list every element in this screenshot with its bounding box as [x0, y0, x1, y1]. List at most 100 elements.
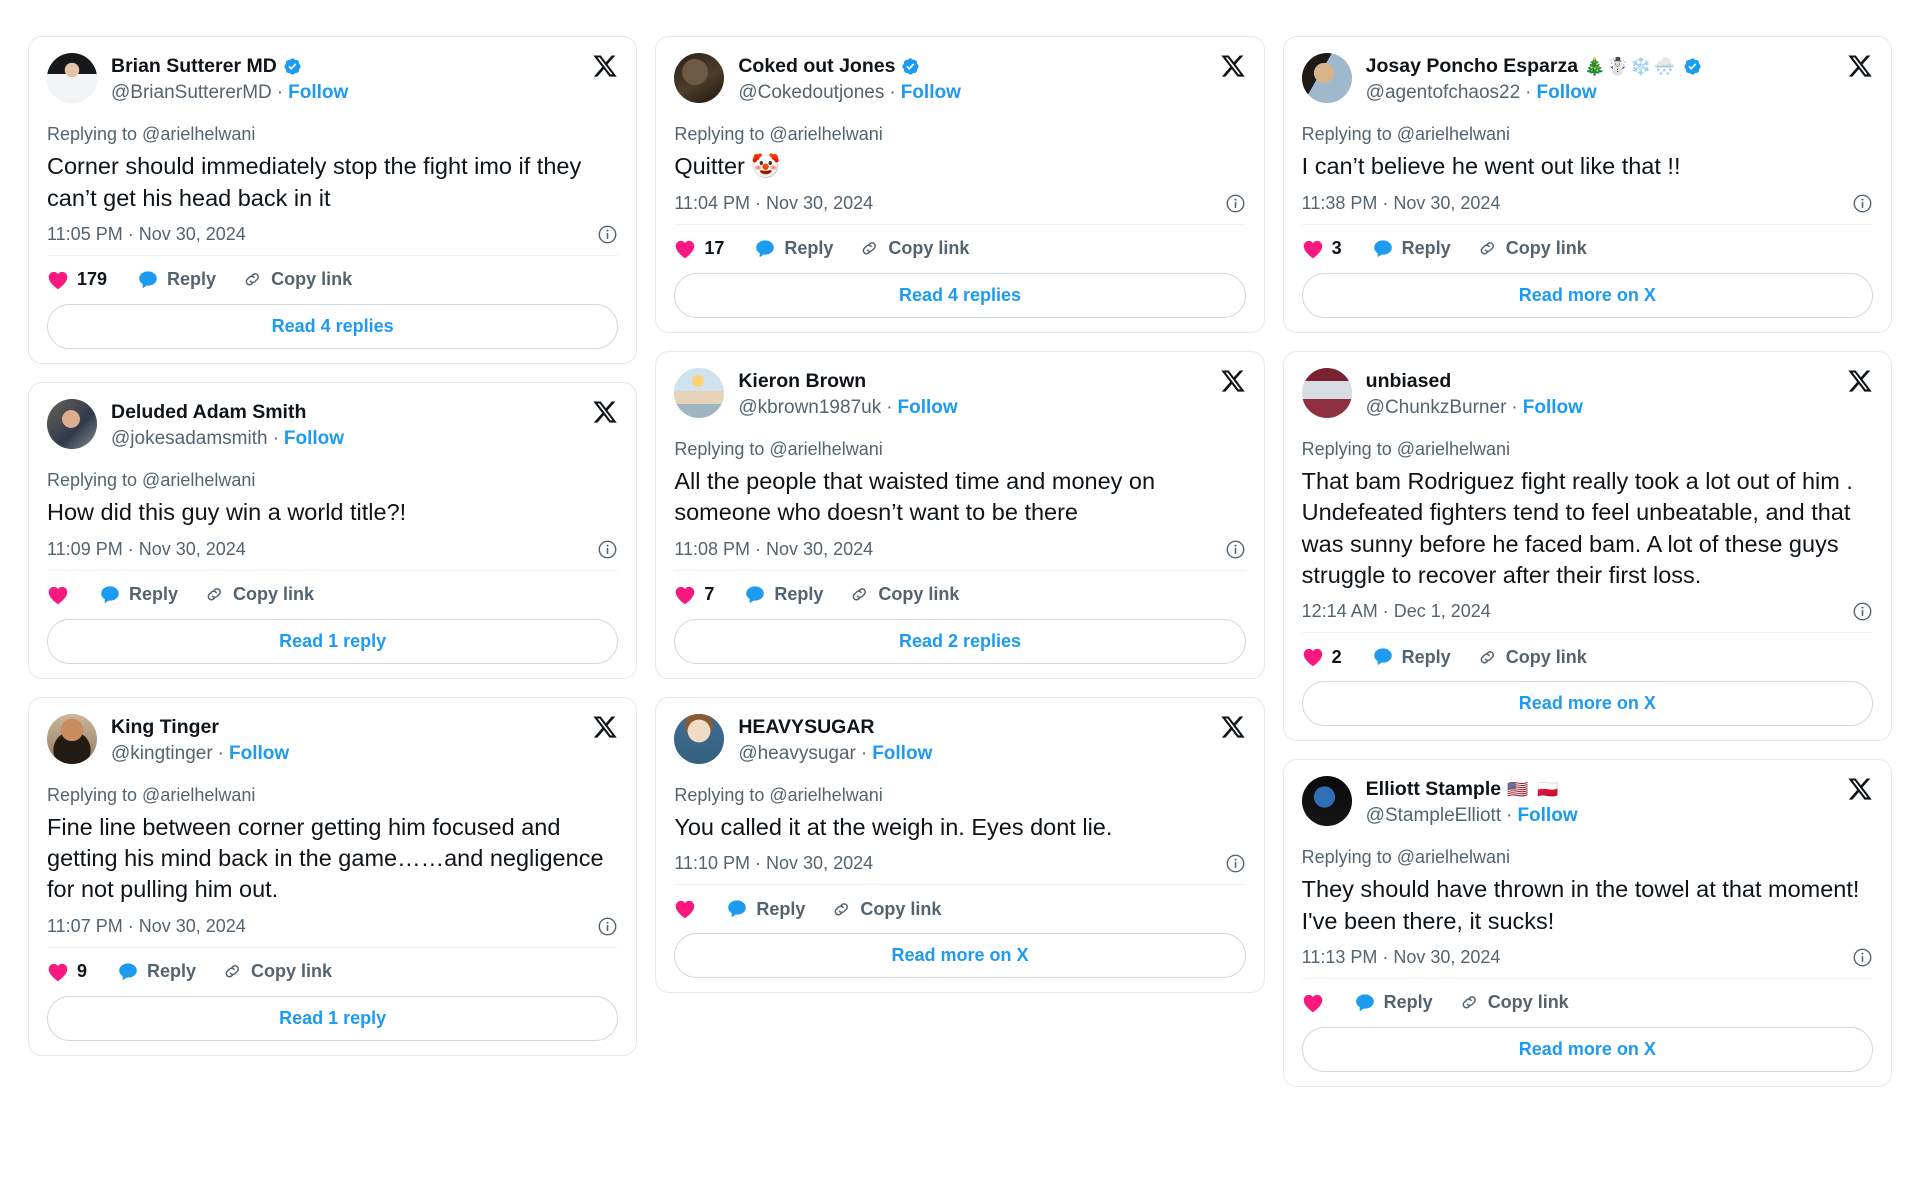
read-more-button[interactable]: Read more on X	[1301, 1026, 1873, 1072]
author-display-name[interactable]: unbiased	[1366, 370, 1452, 393]
copy-link-action[interactable]: Copy link	[1477, 238, 1587, 259]
read-more-button[interactable]: Read 1 reply	[47, 618, 619, 664]
x-logo-icon[interactable]	[592, 53, 618, 79]
read-more-button[interactable]: Read more on X	[1301, 681, 1873, 727]
copy-link-action[interactable]: Copy link	[849, 584, 959, 605]
x-logo-icon[interactable]	[592, 714, 618, 740]
avatar[interactable]	[674, 713, 725, 764]
author-display-name[interactable]: Elliott Stample	[1366, 778, 1501, 801]
info-circle-icon[interactable]	[597, 224, 618, 245]
x-logo-icon[interactable]	[592, 399, 618, 425]
copy-link-action[interactable]: Copy link	[204, 584, 314, 605]
author-name-row: Elliott Stample 🇺🇸 🇵🇱	[1366, 778, 1873, 801]
info-circle-icon[interactable]	[1225, 193, 1246, 214]
follow-link[interactable]: Follow	[1523, 396, 1583, 420]
author-handle[interactable]: @jokesadamsmith	[111, 427, 268, 451]
x-logo-icon[interactable]	[1847, 776, 1873, 802]
x-logo-icon[interactable]	[1220, 53, 1246, 79]
tweet-actions: 9 Reply Copy link	[47, 946, 619, 983]
read-more-button[interactable]: Read more on X	[674, 933, 1246, 979]
author-handle[interactable]: @ChunkzBurner	[1366, 396, 1507, 420]
x-logo-icon[interactable]	[1220, 714, 1246, 740]
like-action[interactable]: 179	[47, 269, 107, 290]
avatar[interactable]	[1301, 53, 1352, 103]
read-more-button[interactable]: Read 4 replies	[674, 272, 1246, 318]
copy-link-action[interactable]: Copy link	[1477, 647, 1587, 668]
x-logo-icon[interactable]	[1847, 53, 1873, 79]
info-circle-icon[interactable]	[1225, 539, 1246, 560]
author-display-name[interactable]: Coked out Jones	[738, 55, 895, 78]
reply-action[interactable]: Reply	[1372, 646, 1451, 668]
follow-link[interactable]: Follow	[898, 396, 958, 420]
author-display-name[interactable]: HEAVYSUGAR	[738, 716, 874, 739]
author-handle[interactable]: @Cokedoutjones	[738, 81, 884, 105]
copy-link-action[interactable]: Copy link	[1459, 992, 1569, 1013]
author-display-name[interactable]: Josay Poncho Esparza	[1366, 55, 1578, 78]
follow-link[interactable]: Follow	[1517, 804, 1577, 828]
avatar[interactable]	[674, 53, 725, 103]
follow-link[interactable]: Follow	[288, 81, 348, 105]
author-handle[interactable]: @agentofchaos22	[1366, 81, 1521, 105]
avatar[interactable]	[47, 713, 97, 764]
follow-link[interactable]: Follow	[284, 427, 344, 451]
avatar[interactable]	[1301, 776, 1352, 827]
read-more-button[interactable]: Read 1 reply	[47, 995, 619, 1041]
author-display-name[interactable]: Deluded Adam Smith	[111, 401, 306, 424]
x-logo-icon[interactable]	[1847, 368, 1873, 394]
copy-link-action[interactable]: Copy link	[859, 238, 969, 259]
follow-link[interactable]: Follow	[901, 81, 961, 105]
reply-action[interactable]: Reply	[1354, 992, 1433, 1014]
reply-action[interactable]: Reply	[99, 584, 178, 606]
like-action[interactable]: 3	[1302, 238, 1342, 259]
reply-action[interactable]: Reply	[137, 269, 216, 291]
separator-dot: ·	[889, 82, 896, 104]
info-circle-icon[interactable]	[1852, 601, 1873, 622]
reply-action[interactable]: Reply	[744, 584, 823, 606]
follow-link[interactable]: Follow	[229, 742, 289, 766]
tweet-meta-row: 11:38 PM · Nov 30, 2024	[1302, 193, 1873, 224]
author-handle[interactable]: @heavysugar	[738, 742, 856, 766]
author-handle[interactable]: @BrianSuttererMD	[111, 81, 272, 105]
avatar[interactable]	[47, 398, 97, 449]
author-display-name[interactable]: Brian Sutterer MD	[111, 55, 277, 78]
copy-link-action[interactable]: Copy link	[242, 269, 352, 290]
author-display-name[interactable]: King Tinger	[111, 716, 219, 739]
read-more-button[interactable]: Read 2 replies	[674, 618, 1246, 664]
info-circle-icon[interactable]	[1225, 853, 1246, 874]
avatar[interactable]	[47, 53, 97, 103]
info-circle-icon[interactable]	[597, 539, 618, 560]
tweet-actions: 2 Reply Copy link	[1301, 632, 1873, 668]
reply-label: Reply	[756, 898, 806, 919]
copy-link-action[interactable]: Copy link	[831, 899, 941, 920]
info-circle-icon[interactable]	[1852, 947, 1873, 968]
tweet-actions: Reply Copy link	[1301, 977, 1873, 1014]
like-action[interactable]: 7	[674, 584, 714, 605]
author-handle[interactable]: @StampleElliott	[1366, 804, 1501, 828]
read-more-button[interactable]: Read 4 replies	[47, 303, 619, 349]
follow-link[interactable]: Follow	[1537, 81, 1597, 105]
like-action[interactable]	[47, 585, 69, 605]
tweet-text: That bam Rodriguez fight really took a l…	[1301, 468, 1853, 588]
avatar[interactable]	[674, 367, 725, 418]
tweet-meta-row: 11:04 PM · Nov 30, 2024	[674, 193, 1245, 224]
x-logo-icon[interactable]	[1220, 368, 1246, 394]
like-action[interactable]: 2	[1302, 647, 1342, 668]
author-handle[interactable]: @kingtinger	[111, 742, 213, 766]
author-handle[interactable]: @kbrown1987uk	[738, 396, 881, 420]
author-display-name[interactable]: Kieron Brown	[738, 370, 866, 393]
like-action[interactable]: 17	[674, 238, 724, 259]
like-action[interactable]: 9	[47, 961, 87, 982]
read-more-button[interactable]: Read more on X	[1301, 272, 1873, 318]
reply-action[interactable]: Reply	[754, 238, 833, 260]
like-action[interactable]	[1302, 993, 1324, 1013]
info-circle-icon[interactable]	[1852, 193, 1873, 214]
replying-to-label: Replying to @arielhelwani	[1301, 438, 1511, 459]
reply-action[interactable]: Reply	[117, 961, 196, 983]
reply-action[interactable]: Reply	[726, 898, 805, 920]
avatar[interactable]	[1301, 367, 1352, 418]
follow-link[interactable]: Follow	[872, 742, 932, 766]
copy-link-action[interactable]: Copy link	[222, 961, 332, 982]
reply-action[interactable]: Reply	[1372, 238, 1451, 260]
info-circle-icon[interactable]	[597, 916, 618, 937]
like-action[interactable]	[674, 899, 696, 919]
